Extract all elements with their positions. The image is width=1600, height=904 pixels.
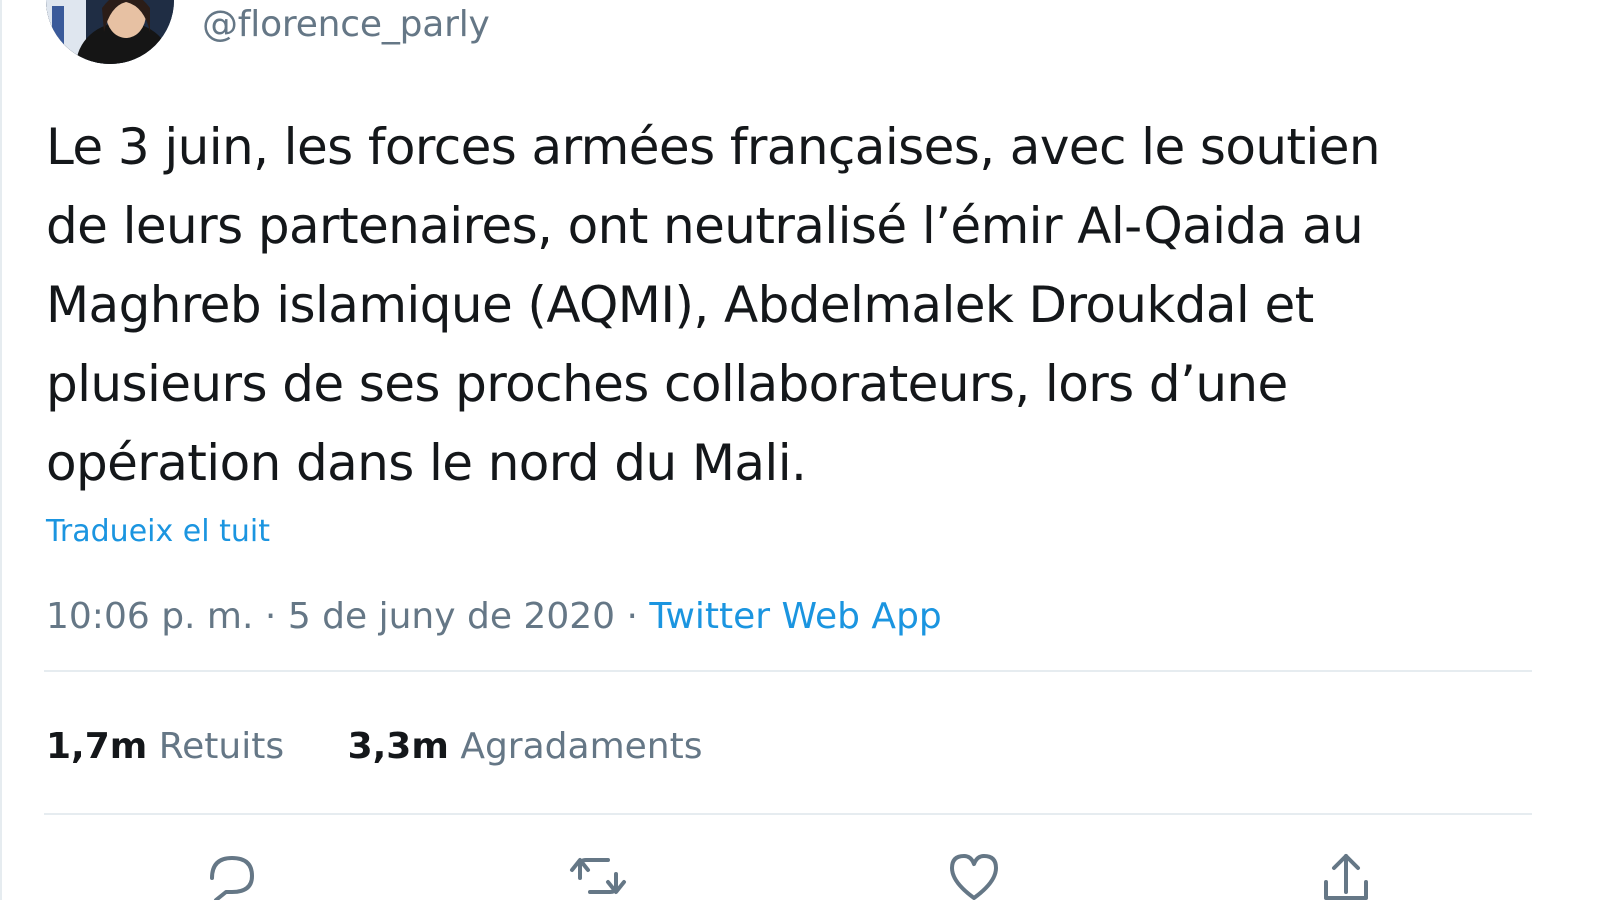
tweet-card: @florence_parly Le 3 juin, les forces ar… xyxy=(0,0,1600,902)
likes-stat[interactable]: 3,3m Agradaments xyxy=(348,726,703,767)
divider xyxy=(44,813,1532,815)
tweet-date[interactable]: 5 de juny de 2020 xyxy=(288,596,615,637)
retweets-stat[interactable]: 1,7m Retuits xyxy=(46,726,284,767)
divider xyxy=(44,670,1532,672)
tweet-source-link[interactable]: Twitter Web App xyxy=(649,596,941,637)
author-handle[interactable]: @florence_parly xyxy=(202,4,490,45)
retweet-icon xyxy=(570,858,626,894)
avatar-image xyxy=(46,0,174,64)
meta-separator: · xyxy=(626,596,638,637)
likes-count: 3,3m xyxy=(347,726,449,767)
tweet-stats: 1,7m Retuits 3,3m Agradaments xyxy=(46,726,754,767)
reply-icon xyxy=(210,856,254,902)
like-icon xyxy=(950,854,998,900)
like-button[interactable] xyxy=(944,848,1004,900)
likes-label: Agradaments xyxy=(460,726,703,767)
translate-tweet-link[interactable]: Tradueix el tuit xyxy=(46,514,270,549)
reply-button[interactable] xyxy=(202,848,262,902)
tweet-text: Le 3 juin, les forces armées françaises,… xyxy=(46,118,1381,492)
share-icon xyxy=(1324,854,1368,900)
meta-separator: · xyxy=(264,596,277,637)
tweet-metadata: 10:06 p. m. · 5 de juny de 2020 · Twitte… xyxy=(46,596,942,637)
tweet-actions xyxy=(2,848,1600,902)
tweet-time[interactable]: 10:06 p. m. xyxy=(46,596,253,637)
avatar[interactable] xyxy=(46,0,174,64)
retweet-button[interactable] xyxy=(568,848,628,900)
retweets-count: 1,7m xyxy=(46,726,148,767)
retweets-label: Retuits xyxy=(158,726,285,767)
share-button[interactable] xyxy=(1316,848,1376,900)
